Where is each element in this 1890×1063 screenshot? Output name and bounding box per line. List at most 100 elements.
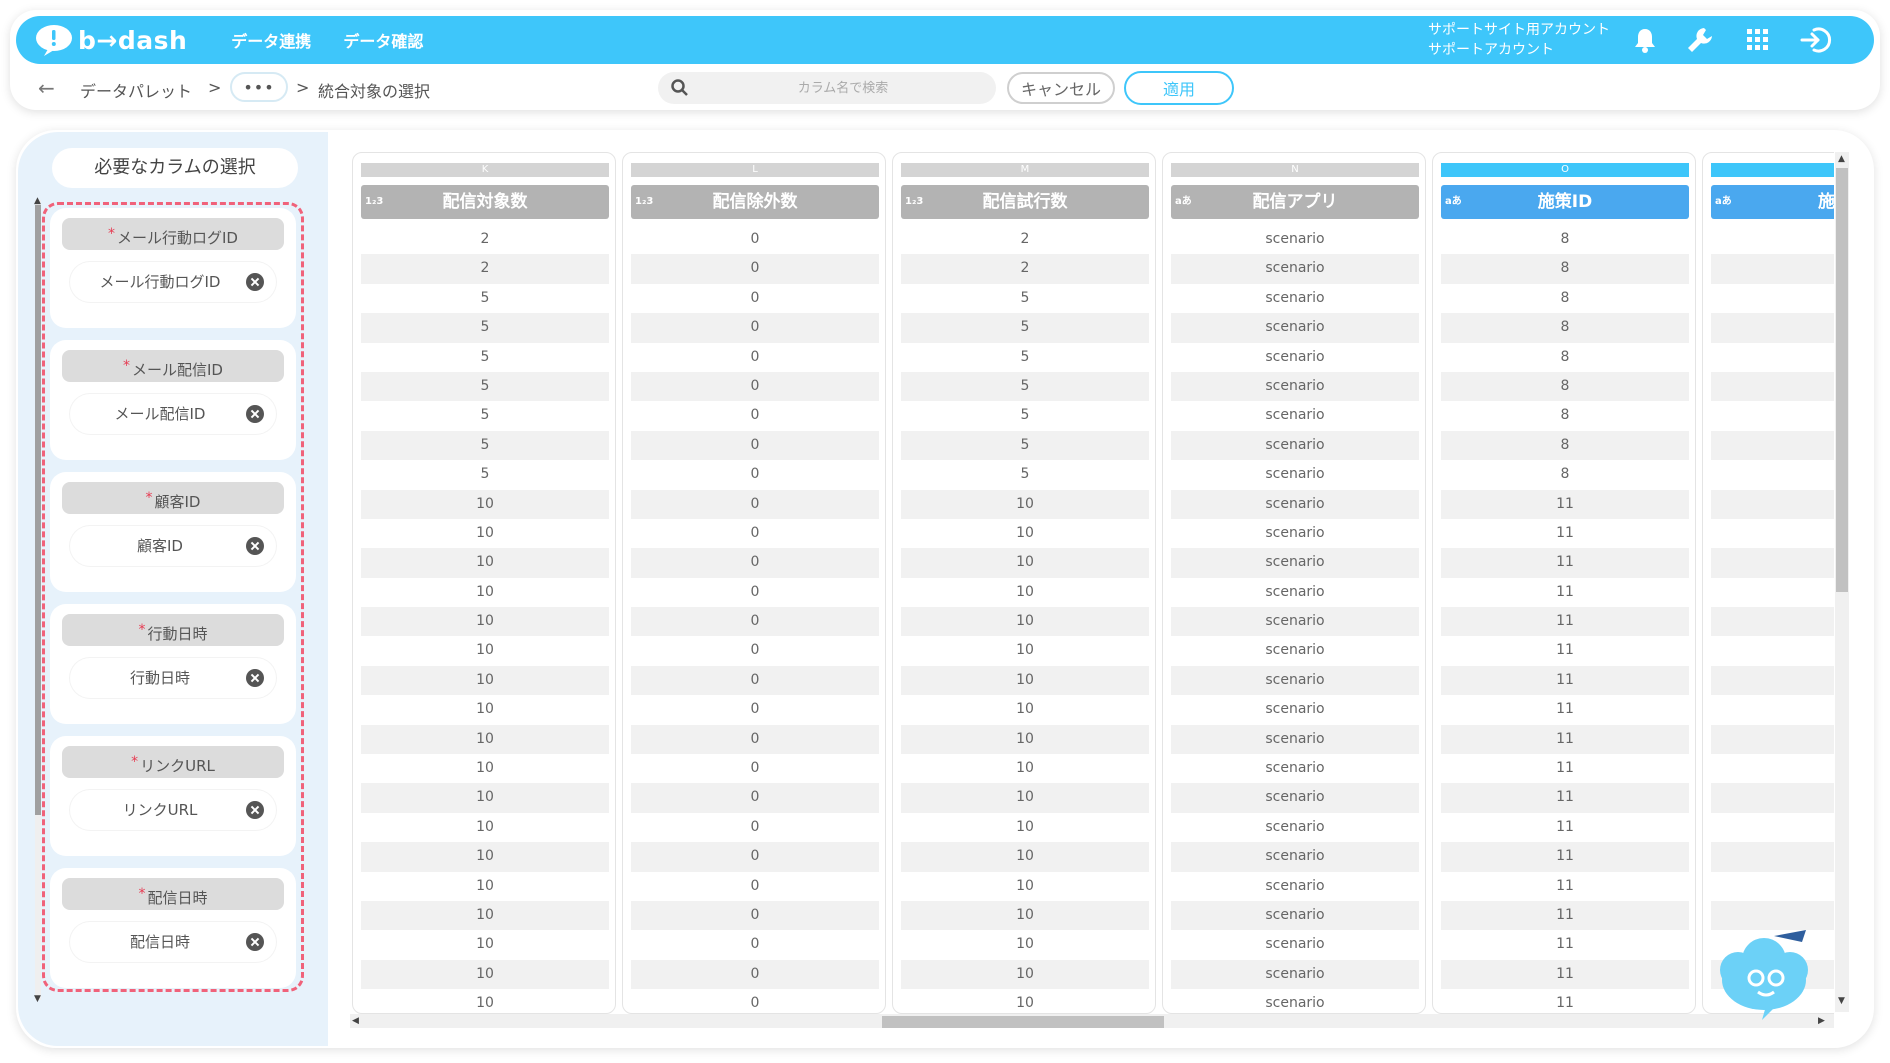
table-cell: 5 (1020, 348, 1030, 365)
table-cell: 10 (361, 842, 609, 872)
table-cell: ts (1711, 460, 1834, 489)
cancel-button[interactable]: キャンセル (1007, 72, 1115, 104)
grid-scroll-down-icon[interactable]: ▼ (1838, 996, 1845, 1006)
table-cell: 11 (1441, 842, 1689, 872)
table-cell: 10 (1016, 936, 1034, 953)
table-cell: 10 (361, 607, 609, 637)
column-header[interactable]: 1₂3 配信試行数 (901, 185, 1149, 219)
data-column[interactable]: Oaあ 施策ID 8 8 8 8 8 8 8 8 8 11 11 11 11 11 11 11 11 11 11 11 11… (1432, 152, 1696, 1014)
wrench-icon[interactable] (1686, 26, 1714, 54)
table-cell: scenario (1265, 701, 1325, 718)
panel-title: 必要なカラムの選択 (52, 148, 298, 188)
column-header[interactable]: 1₂3 配信対象数 (361, 185, 609, 219)
table-cell: 10 (361, 724, 609, 755)
logout-icon[interactable] (1800, 26, 1832, 54)
column-type-icon: 1₂3 (905, 196, 924, 207)
column-header[interactable]: aあ 施策ID (1441, 185, 1689, 219)
table-cell: scenario (1265, 583, 1325, 600)
table-cell: 8 (1560, 466, 1570, 483)
logo[interactable]: b→dash (34, 23, 187, 57)
table-cell: メール (1711, 695, 1834, 724)
data-column[interactable]: aあ施策tststststststststsメールメールメールメールメールメール… (1702, 152, 1834, 1014)
table-cell: ts (1711, 430, 1834, 461)
mascot-assistant-icon[interactable] (1716, 920, 1816, 1020)
table-cell: ts (1711, 254, 1834, 284)
table-cell: 5 (1020, 466, 1030, 483)
grid-scroll-right-icon[interactable]: ▶ (1818, 1016, 1825, 1026)
column-letter (1711, 163, 1834, 177)
breadcrumb-more-button[interactable]: ••• (230, 72, 288, 102)
table-cell: 11 (1556, 642, 1574, 659)
column-search-input[interactable] (698, 72, 988, 104)
table-cell: 11 (1441, 489, 1689, 519)
table-cell: 11 (1556, 701, 1574, 718)
table-cell: 11 (1441, 665, 1689, 696)
table-cell: 8 (1441, 371, 1689, 402)
column-cells: scenario scenario scenario scenario scenario… (1171, 225, 1419, 1013)
data-column[interactable]: K 1₂3 配信対象数 2 2 5 5 5 5 5 5 5 10 10 10 10 10 10 10 10 10 10 10… (352, 152, 616, 1014)
table-cell: メール (1711, 724, 1834, 755)
table-cell: scenario (1171, 313, 1419, 343)
grid-horizontal-scrollbar-thumb[interactable] (882, 1016, 1164, 1028)
table-cell: 0 (631, 489, 879, 519)
table-cell: メール (1711, 636, 1834, 665)
column-cells: 2 2 5 5 5 5 5 5 5 10 10 10 10 10 10 10 10 10 10 10 10 10 10 10 1… (361, 225, 609, 1013)
table-cell: メール (1711, 842, 1834, 872)
table-cell: scenario (1171, 430, 1419, 461)
nav-data-check[interactable]: データ確認 (343, 28, 423, 52)
table-cell: 0 (631, 900, 879, 931)
left-scrollbar-thumb[interactable] (35, 205, 41, 815)
column-type-icon: aあ (1445, 196, 1462, 207)
scroll-down-arrow-icon[interactable]: ▼ (34, 994, 41, 1004)
column-header[interactable]: 1₂3 配信除外数 (631, 185, 879, 219)
table-cell: 10 (1016, 818, 1034, 835)
table-cell: 0 (750, 407, 760, 424)
table-cell: 10 (901, 607, 1149, 637)
table-cell: 8 (1441, 254, 1689, 284)
table-cell: 5 (901, 313, 1149, 343)
table-cell: 10 (361, 665, 609, 696)
table-cell: 11 (1556, 760, 1574, 777)
table-cell: 0 (631, 430, 879, 461)
table-cell: scenario (1171, 724, 1419, 755)
grid-vertical-scrollbar-thumb[interactable] (1836, 168, 1848, 592)
table-cell: 10 (476, 995, 494, 1012)
table-cell: 5 (480, 348, 490, 365)
data-column[interactable]: Naあ 配信アプリ scenario scenario scenario scenario… (1162, 152, 1426, 1014)
table-cell: scenario (1171, 842, 1419, 872)
table-cell: ts (1711, 371, 1834, 402)
table-cell: 10 (361, 959, 609, 990)
grid-icon[interactable] (1746, 28, 1774, 56)
scroll-up-arrow-icon[interactable]: ▲ (34, 196, 41, 206)
column-search (658, 72, 996, 104)
data-column[interactable]: L 1₂3 配信除外数 0 0 0 0 0 0 0 0 0 0 0 0 0 0 0 0 0 0 0 0 0 0 0 0 0 0 0 (622, 152, 886, 1014)
table-cell: 0 (750, 818, 760, 835)
table-cell: 10 (361, 900, 609, 931)
nav-data-integration[interactable]: データ連携 (231, 28, 311, 52)
table-cell: 11 (1556, 818, 1574, 835)
column-letter: N (1171, 163, 1419, 177)
back-arrow-icon[interactable]: ← (38, 76, 55, 100)
column-header[interactable]: aあ 施策 (1711, 185, 1834, 219)
table-cell: 5 (901, 430, 1149, 461)
breadcrumb-data-palette[interactable]: データパレット (80, 78, 192, 102)
table-cell: 0 (631, 959, 879, 990)
table-cell: 10 (476, 642, 494, 659)
logo-text: b→dash (78, 25, 188, 55)
table-cell: 5 (480, 466, 490, 483)
column-name: 配信対象数 (442, 192, 528, 212)
table-cell: 11 (1441, 548, 1689, 578)
column-header[interactable]: aあ 配信アプリ (1171, 185, 1419, 219)
table-cell: 11 (1556, 995, 1574, 1012)
table-cell: 0 (750, 289, 760, 306)
grid-scroll-up-icon[interactable]: ▲ (1838, 154, 1845, 164)
account-info[interactable]: サポートサイト用アカウント サポートアカウント (1428, 20, 1610, 60)
table-cell: 8 (1560, 407, 1570, 424)
bell-icon[interactable] (1632, 26, 1660, 54)
grid-scroll-left-icon[interactable]: ◀ (352, 1016, 359, 1026)
data-column[interactable]: M 1₂3 配信試行数 2 2 5 5 5 5 5 5 5 10 10 10 10 10 10 10 10 10 10 10… (892, 152, 1156, 1014)
table-cell: 0 (750, 701, 760, 718)
apply-button[interactable]: 適用 (1124, 71, 1234, 105)
table-cell: 10 (476, 936, 494, 953)
table-cell: 5 (1020, 289, 1030, 306)
